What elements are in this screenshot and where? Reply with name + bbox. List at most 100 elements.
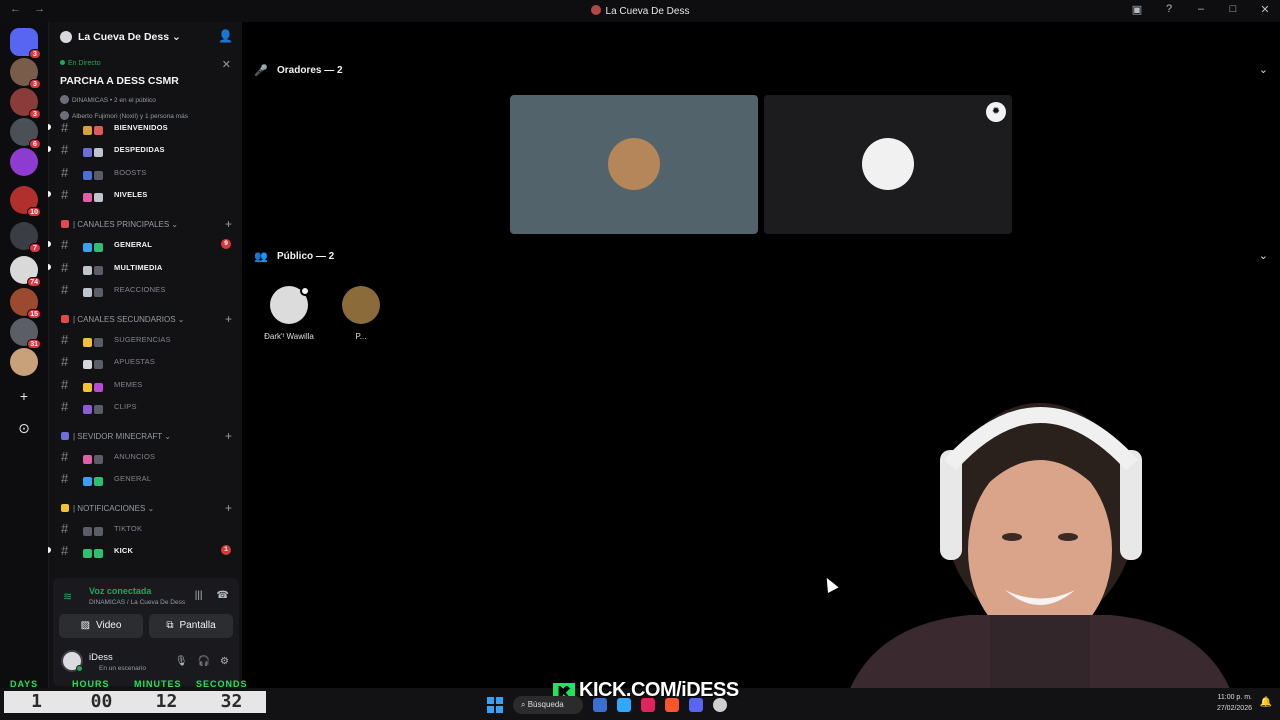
girl-avatar [862,138,914,190]
audience-header[interactable]: 👥 Público — 2 ⌄ [254,249,1268,267]
channel-item[interactable]: # MEMES [49,374,243,394]
channel-emoji-icon [83,473,105,486]
mention-badge: 10 [27,207,41,217]
obs-icon[interactable] [713,698,727,712]
webcam-figure [840,403,1240,720]
create-channel-icon[interactable]: + [225,217,232,231]
windows-start-icon[interactable] [487,697,503,713]
channel-item[interactable]: # REACCIONES [49,279,243,299]
category-emoji-icon [61,315,69,323]
screen-share-button[interactable]: ⧉ Pantalla [149,614,233,638]
invite-people-icon[interactable]: 👤 [218,29,233,43]
channel-sidebar: La Cueva De Dess ⌄ 👤 En Directo ✕ PARCHA… [48,22,242,688]
speakers-header[interactable]: 🎤 Oradores — 2 ⌄ [254,63,1268,81]
brave-icon[interactable] [665,698,679,712]
notification-bell-icon[interactable]: 🔔 [1260,697,1272,708]
channel-item[interactable]: # NIVELES [48,184,243,204]
photoshop-icon[interactable] [617,698,631,712]
noise-suppression-icon[interactable]: ||| [195,590,203,601]
channel-item[interactable]: # BIENVENIDOS [48,117,243,137]
server-icon[interactable]: 3 [10,58,41,89]
speaker-tile[interactable] [510,95,758,234]
channel-item[interactable]: # APUESTAS [49,351,243,371]
server-icon[interactable]: 3 [10,88,41,119]
timer-digits: 1 00 12 32 [4,691,266,713]
server-icon[interactable]: 7 [10,222,41,253]
close-icon[interactable]: ✕ [222,58,231,71]
unread-indicator [48,547,51,553]
channel-category[interactable]: | NOTIFICACIONES ⌄ + [49,501,243,517]
channel-item[interactable]: # TIKTOK [49,518,243,538]
category-emoji-icon [61,220,69,228]
system-clock[interactable]: 11:00 p. m. 27/02/2026 [1217,692,1252,714]
chevron-down-icon[interactable]: ⌄ [1259,249,1268,262]
microphone-icon[interactable]: 🎙 [175,656,188,667]
channel-label: MEMES [114,380,143,389]
channel-label: MULTIMEDIA [114,263,163,272]
audience-member[interactable]: P... [331,286,391,341]
avatar[interactable] [61,650,83,672]
channel-item[interactable]: # DESPEDIDAS [48,139,243,159]
channel-item[interactable]: # GENERAL [49,468,243,488]
channel-emoji-icon [83,239,105,252]
add-server-icon[interactable]: + [10,382,38,410]
server-icon[interactable]: 15 [10,288,41,319]
server-icon[interactable] [10,348,38,376]
disconnect-icon[interactable]: ☎ [217,590,229,601]
audience-member[interactable]: Ðark'ᵗ Wawilla [259,286,319,341]
channel-item[interactable]: # SUGERENCIAS [49,329,243,349]
server-name[interactable]: La Cueva De Dess ⌄ [78,31,181,43]
channel-emoji-icon [83,144,105,157]
server-header[interactable]: La Cueva De Dess ⌄ 👤 [49,22,243,54]
channel-emoji-icon [83,451,105,464]
server-icon[interactable] [10,148,38,176]
channel-item[interactable]: # GENERAL 9 [48,234,243,254]
channel-item[interactable]: # CLIPS [49,396,243,416]
server-icon[interactable]: 31 [10,318,41,349]
close-icon[interactable]: ✕ [1258,3,1272,16]
taskbar-search[interactable]: ⌕ Búsqueda [513,696,583,714]
server-icon[interactable]: 3 [10,28,41,59]
chevron-down-icon[interactable]: ⌄ [1259,63,1268,76]
channel-emoji-icon [83,189,105,202]
timer-label-days: DAYS [10,679,39,689]
server-icon[interactable]: 74 [10,256,41,287]
taskbar-app-icon[interactable] [641,698,655,712]
live-dot-icon [60,60,65,65]
inbox-icon[interactable]: ▣ [1130,3,1144,16]
help-icon[interactable]: ? [1162,3,1176,16]
channel-item[interactable]: # ANUNCIOS [49,446,243,466]
channel-category[interactable]: | CANALES SECUNDARIOS ⌄ + [49,312,243,328]
taskbar-app-icon[interactable] [593,698,607,712]
chevron-down-icon: ⌄ [171,31,181,43]
timer-days: 1 [31,691,42,712]
live-event-card[interactable]: En Directo ✕ PARCHA A DESS CSMR DINAMICA… [49,56,243,126]
channel-item[interactable]: # BOOSTS [49,162,243,182]
moderator-badge-icon: ✹ [986,102,1006,122]
video-button[interactable]: ▨ Video [59,614,143,638]
server-gear-icon [60,31,72,43]
create-channel-icon[interactable]: + [225,501,232,515]
channel-item[interactable]: # MULTIMEDIA [48,257,243,277]
discord-icon[interactable] [689,698,703,712]
voice-channel[interactable]: DINAMICAS / La Cueva De Dess [89,599,185,606]
minimize-icon[interactable]: – [1194,3,1208,16]
server-icon[interactable]: 6 [10,118,41,149]
settings-gear-icon[interactable]: ⚙ [220,656,229,667]
audience-name: Ðark'ᵗ Wawilla [264,332,314,341]
channel-item[interactable]: # KICK 1 [48,540,243,560]
create-channel-icon[interactable]: + [225,429,232,443]
explore-icon[interactable]: ⊙ [10,414,38,442]
voice-status: Voz conectada [89,586,152,596]
server-icon[interactable]: 10 [10,186,41,217]
speaker-tile[interactable]: ✹ [764,95,1012,234]
mention-badge: 6 [29,139,41,149]
maximize-icon[interactable]: □ [1226,3,1240,16]
channel-category[interactable]: | SEVIDOR MINECRAFT ⌄ + [49,429,243,445]
unread-indicator [48,241,51,247]
headphones-icon[interactable]: 🎧 [198,656,210,667]
channel-emoji-icon [83,545,105,558]
channel-category[interactable]: | CANALES PRINCIPALES ⌄ + [49,217,243,233]
create-channel-icon[interactable]: + [225,312,232,326]
avatar [342,286,380,324]
